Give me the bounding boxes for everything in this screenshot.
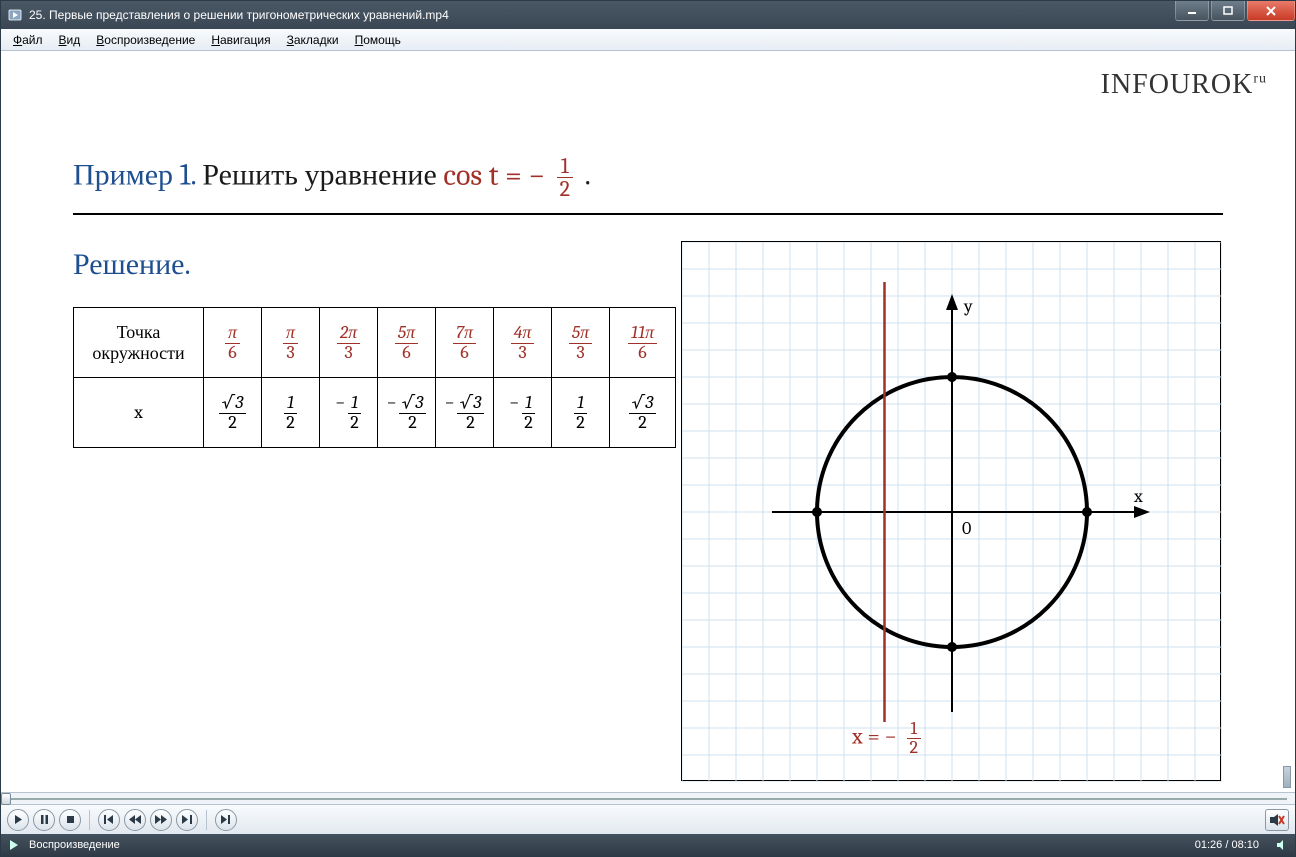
solution-heading: Решение. [73,247,191,282]
status-play-icon [7,838,21,852]
window-title: 25. Первые представления о решении триго… [29,8,1173,22]
svg-text:y: y [963,296,973,317]
menu-playback[interactable]: Воспроизведение [88,31,203,49]
window-maximize-button[interactable] [1211,1,1245,21]
x-cell: −12 [494,378,552,448]
graph-caption: x = − 12 [852,720,926,757]
row-label-angles: Точка окружности [74,308,204,378]
seek-fwd-button[interactable] [150,809,172,831]
menu-help[interactable]: Помощь [347,31,409,49]
x-cell: 12 [552,378,610,448]
separator [89,810,90,830]
skip-back-button[interactable] [98,809,120,831]
volume-icon[interactable] [1275,838,1289,852]
x-cell: −√32 [378,378,436,448]
menu-bar: Файл Вид Воспроизведение Навигация Закла… [1,29,1295,51]
angle-cell: 11π6 [610,308,676,378]
angle-cell: 5π6 [378,308,436,378]
status-text: Воспроизведение [29,839,120,851]
app-icon [7,7,23,23]
seek-thumb[interactable] [1,793,11,805]
angle-cell: 4π3 [494,308,552,378]
angle-cell: π3 [262,308,320,378]
mute-button[interactable] [1265,809,1289,831]
divider [73,213,1223,215]
menu-view[interactable]: Вид [51,31,89,49]
angle-cell: 7π6 [436,308,494,378]
play-button[interactable] [7,809,29,831]
playback-controls [1,804,1295,834]
skip-fwd-button[interactable] [176,809,198,831]
angle-cell: 2π3 [320,308,378,378]
window-close-button[interactable] [1247,1,1295,21]
menu-bookmarks[interactable]: Закладки [279,31,347,49]
x-cell: √32 [610,378,676,448]
row-label-x: x [74,378,204,448]
menu-file[interactable]: Файл [5,31,51,49]
separator [206,810,207,830]
resize-handle[interactable] [1283,766,1291,788]
angle-cell: 5π3 [552,308,610,378]
table-row-angles: Точка окружности π6 π3 2π3 5π6 7π6 4π3 5… [74,308,676,378]
status-bar: Воспроизведение 01:26 / 08:10 [1,834,1295,856]
step-fwd-button[interactable] [215,809,237,831]
window-minimize-button[interactable] [1175,1,1209,21]
x-cell: −√32 [436,378,494,448]
angle-cell: π6 [204,308,262,378]
window-titlebar[interactable]: 25. Первые представления о решении триго… [1,1,1295,29]
seek-back-button[interactable] [124,809,146,831]
pause-button[interactable] [33,809,55,831]
video-content: INFOUROKru Пример 1. Решить уравнение co… [1,51,1295,792]
brand-logo: INFOUROKru [1101,69,1267,101]
stop-button[interactable] [59,809,81,831]
unit-circle-graph: y x 0 x = − 12 [681,241,1221,781]
values-table: Точка окружности π6 π3 2π3 5π6 7π6 4π3 5… [73,307,676,448]
playback-time: 01:26 / 08:10 [1195,839,1259,851]
x-cell: −12 [320,378,378,448]
svg-text:0: 0 [962,518,971,539]
table-row-x: x √32 12 −12 −√32 −√32 −12 12 √32 [74,378,676,448]
x-cell: 12 [262,378,320,448]
x-cell: √32 [204,378,262,448]
menu-navigation[interactable]: Навигация [203,31,278,49]
example-heading: Пример 1. Решить уравнение cos t = − 12 … [73,155,591,200]
seek-bar[interactable] [1,792,1295,804]
svg-text:x: x [1133,486,1143,507]
